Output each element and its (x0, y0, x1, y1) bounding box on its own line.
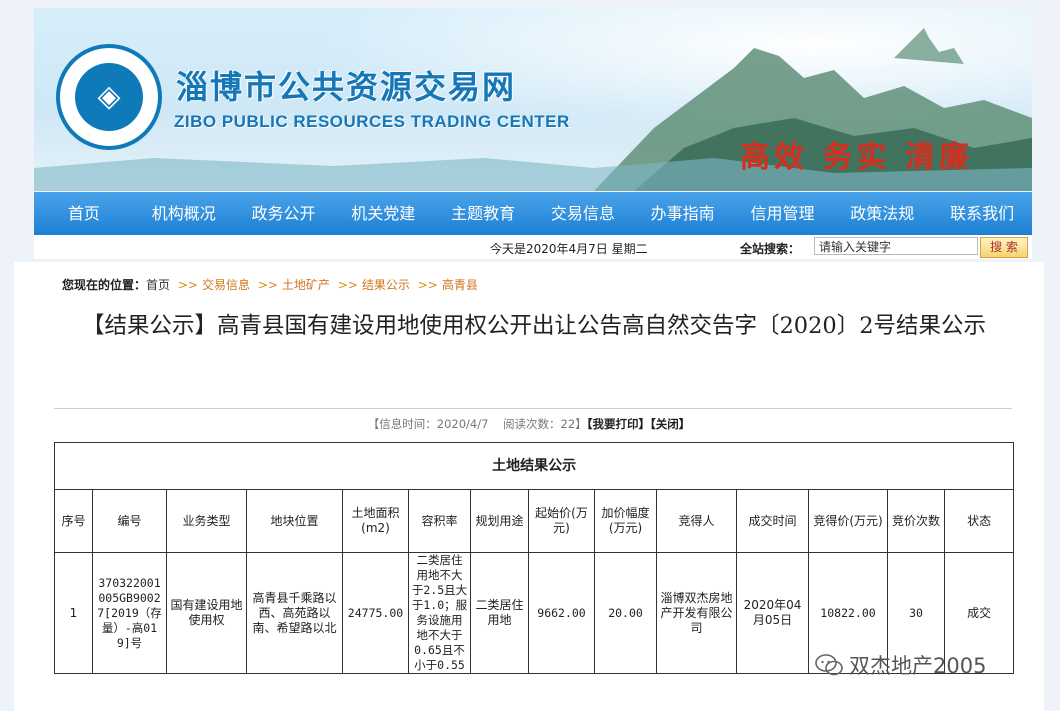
col-header-starting-price: 起始价(万元) (528, 489, 595, 553)
search-input[interactable] (814, 237, 978, 255)
col-header-deal-time: 成交时间 (736, 489, 809, 553)
site-banner: ◈ 淄博市公共资源交易网 ZIBO PUBLIC RESOURCES TRADI… (34, 8, 1032, 191)
col-header-plot-ratio: 容积率 (408, 489, 471, 553)
breadcrumb-result-notice[interactable]: 结果公示 (362, 278, 410, 292)
cell-increment: 20.00 (594, 552, 657, 674)
info-time: 【信息时间：2020/4/7 (367, 417, 489, 431)
cell-code: 370322001005GB90027[2019（存量）-高019]号 (92, 552, 167, 674)
watermark-text: 双杰地产2005 (849, 654, 987, 678)
col-header-bid-count: 竞价次数 (887, 489, 945, 553)
article-meta: 【信息时间：2020/4/7 阅读次数：22】【我要打印】【关闭】 (14, 416, 1044, 432)
col-header-location: 地块位置 (246, 489, 343, 553)
title-divider (54, 408, 1012, 409)
content-panel: 您现在的位置：首页 >> 交易信息 >> 土地矿产 >> 结果公示 >> 高青县 【结果… (14, 262, 1044, 711)
site-motto: 高效 务实 清廉 (740, 140, 973, 175)
col-header-business-type: 业务类型 (166, 489, 247, 553)
read-count: 阅读次数：22】 (503, 417, 587, 431)
col-header-index: 序号 (54, 489, 93, 553)
breadcrumb-separator: >> (417, 278, 438, 292)
nav-item-policies[interactable]: 政策法规 (832, 192, 932, 235)
logo-icon[interactable]: ◈ (56, 44, 162, 150)
breadcrumb-separator: >> (177, 278, 198, 292)
col-header-area: 土地面积(m2) (342, 489, 409, 553)
search-label: 全站搜索： (740, 242, 801, 256)
nav-item-party-building[interactable]: 机关党建 (333, 192, 433, 235)
breadcrumb-separator: >> (337, 278, 358, 292)
print-link[interactable]: 【我要打印】 (587, 417, 650, 431)
logo-seal: ◈ (75, 63, 143, 131)
cell-winner: 淄博双杰房地产开发有限公司 (656, 552, 737, 674)
nav-item-trading-info[interactable]: 交易信息 (533, 192, 633, 235)
breadcrumb-separator: >> (257, 278, 278, 292)
cell-deal-time: 2020年04月05日 (736, 552, 809, 674)
breadcrumb-land-mineral[interactable]: 土地矿产 (282, 278, 330, 292)
cell-plot-ratio: 二类居住用地不大于2.5且大于1.0；服务设施用地不大于0.65且不小于0.55 (408, 552, 471, 674)
table-header-row: 序号 编号 业务类型 地块位置 土地面积(m2) 容积率 规划用途 起始价(万元… (54, 489, 1015, 553)
breadcrumb-gaoqing[interactable]: 高青县 (442, 278, 478, 292)
nav-item-home[interactable]: 首页 (34, 192, 134, 235)
article-title: 【结果公示】高青县国有建设用地使用权公开出让公告高自然交告字〔2020〕2号结果… (81, 313, 987, 339)
search-button[interactable]: 搜 索 (980, 237, 1028, 258)
table-caption: 土地结果公示 (53, 442, 1015, 490)
close-link[interactable]: 【关闭】 (650, 417, 690, 431)
col-header-winner: 竞得人 (656, 489, 737, 553)
nav-item-organization[interactable]: 机构概况 (134, 192, 234, 235)
breadcrumb-label: 您现在的位置： (62, 278, 147, 292)
col-header-planned-use: 规划用途 (470, 489, 529, 553)
site-subtitle: ZIBO PUBLIC RESOURCES TRADING CENTER (174, 112, 570, 131)
main-nav: 首页 机构概况 政务公开 机关党建 主题教育 交易信息 办事指南 信用管理 政策… (34, 192, 1032, 235)
nav-item-service-guide[interactable]: 办事指南 (633, 192, 733, 235)
col-header-winning-price: 竞得价(万元) (808, 489, 888, 553)
watermark: 双杰地产2005 (815, 650, 986, 680)
cell-planned-use: 二类居住用地 (470, 552, 529, 674)
col-header-code: 编号 (92, 489, 167, 553)
cell-business-type: 国有建设用地使用权 (166, 552, 247, 674)
col-header-increment: 加价幅度(万元) (594, 489, 657, 553)
current-date: 今天是2020年4月7日 星期二 (490, 242, 648, 256)
cell-area: 24775.00 (342, 552, 409, 674)
nav-item-contact[interactable]: 联系我们 (932, 192, 1032, 235)
land-result-table: 土地结果公示 序号 编号 业务类型 地块位置 土地面积(m2) 容积率 规划用途… (53, 442, 1015, 674)
cell-starting-price: 9662.00 (528, 552, 595, 674)
breadcrumb-trading-info[interactable]: 交易信息 (202, 278, 250, 292)
cell-location: 高青县千乘路以西、高苑路以南、希望路以北 (246, 552, 343, 674)
breadcrumb: 您现在的位置：首页 >> 交易信息 >> 土地矿产 >> 结果公示 >> 高青县 (62, 276, 478, 293)
logo-glyph-icon: ◈ (97, 79, 121, 114)
col-header-status: 状态 (943, 489, 1015, 553)
site-title: 淄博市公共资源交易网 (176, 68, 517, 106)
wechat-icon (815, 654, 843, 676)
breadcrumb-home[interactable]: 首页 (146, 278, 170, 292)
info-bar: 今天是2020年4月7日 星期二 全站搜索： 搜 索 (34, 235, 1032, 259)
cell-index: 1 (54, 552, 93, 674)
nav-item-government-affairs[interactable]: 政务公开 (234, 192, 334, 235)
nav-item-credit-management[interactable]: 信用管理 (733, 192, 833, 235)
nav-item-theme-education[interactable]: 主题教育 (433, 192, 533, 235)
